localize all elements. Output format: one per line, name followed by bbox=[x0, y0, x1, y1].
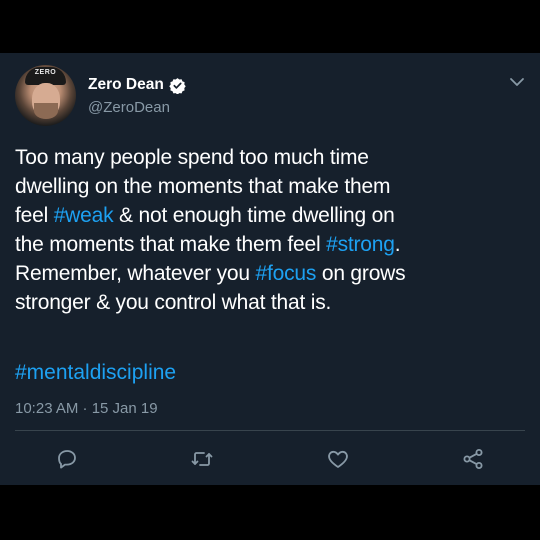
avatar[interactable]: ZERO bbox=[15, 65, 76, 126]
tweet-text-segment: dwelling on the moments that make them bbox=[15, 175, 391, 198]
tweet-text-segment: . bbox=[394, 233, 401, 256]
tweet-text-segment: Remember, whatever you bbox=[15, 262, 256, 285]
tweet-text-line: feel #weak & not enough time dwelling on bbox=[15, 201, 525, 230]
tweet-text-segment: stronger & you control what that is. bbox=[15, 291, 332, 314]
tweet-text-line: Remember, whatever you #focus on grows bbox=[15, 259, 525, 288]
tweet-text-segment: the moments that make them feel bbox=[15, 233, 327, 256]
hashtag-link[interactable]: #weak bbox=[54, 204, 114, 227]
tweet-text-segment: & not enough time dwelling on bbox=[113, 204, 395, 227]
avatar-cap-text: ZERO bbox=[34, 69, 57, 76]
bottom-letterbox bbox=[0, 485, 540, 540]
action-bar bbox=[0, 431, 540, 485]
tweet-text-line: dwelling on the moments that make them bbox=[15, 172, 525, 201]
share-icon[interactable] bbox=[461, 447, 485, 471]
chevron-down-icon[interactable] bbox=[509, 75, 525, 87]
name-row: Zero Dean bbox=[88, 76, 186, 94]
reply-icon[interactable] bbox=[55, 447, 79, 471]
tweet-text: Too many people spend too much time dwell… bbox=[15, 143, 525, 317]
tweet-text-segment: Too many people spend too much time bbox=[15, 146, 369, 169]
retweet-icon[interactable] bbox=[190, 447, 214, 471]
verified-badge-icon bbox=[169, 77, 186, 94]
avatar-beard bbox=[34, 103, 58, 119]
tweet-card: ZERO Zero Dean @ZeroDean Too many people… bbox=[0, 53, 540, 485]
user-handle[interactable]: @ZeroDean bbox=[88, 99, 170, 116]
tweet-text-line: the moments that make them feel #strong. bbox=[15, 230, 525, 259]
tweet-text-segment: feel bbox=[15, 204, 54, 227]
like-icon[interactable] bbox=[326, 447, 350, 471]
tweet-header: ZERO Zero Dean @ZeroDean bbox=[15, 65, 525, 129]
hashtag-link[interactable]: #focus bbox=[256, 262, 317, 285]
hashtag-link[interactable]: #strong bbox=[326, 233, 395, 256]
tweet-text-segment: on grows bbox=[316, 262, 406, 285]
display-name[interactable]: Zero Dean bbox=[88, 76, 164, 94]
hashtag-mentaldiscipline[interactable]: #mentaldiscipline bbox=[15, 358, 176, 387]
tweet-text-line: stronger & you control what that is. bbox=[15, 288, 525, 317]
tweet-timestamp[interactable]: 10:23 AM · 15 Jan 19 bbox=[15, 400, 158, 417]
tweet-text-line: Too many people spend too much time bbox=[15, 143, 525, 172]
